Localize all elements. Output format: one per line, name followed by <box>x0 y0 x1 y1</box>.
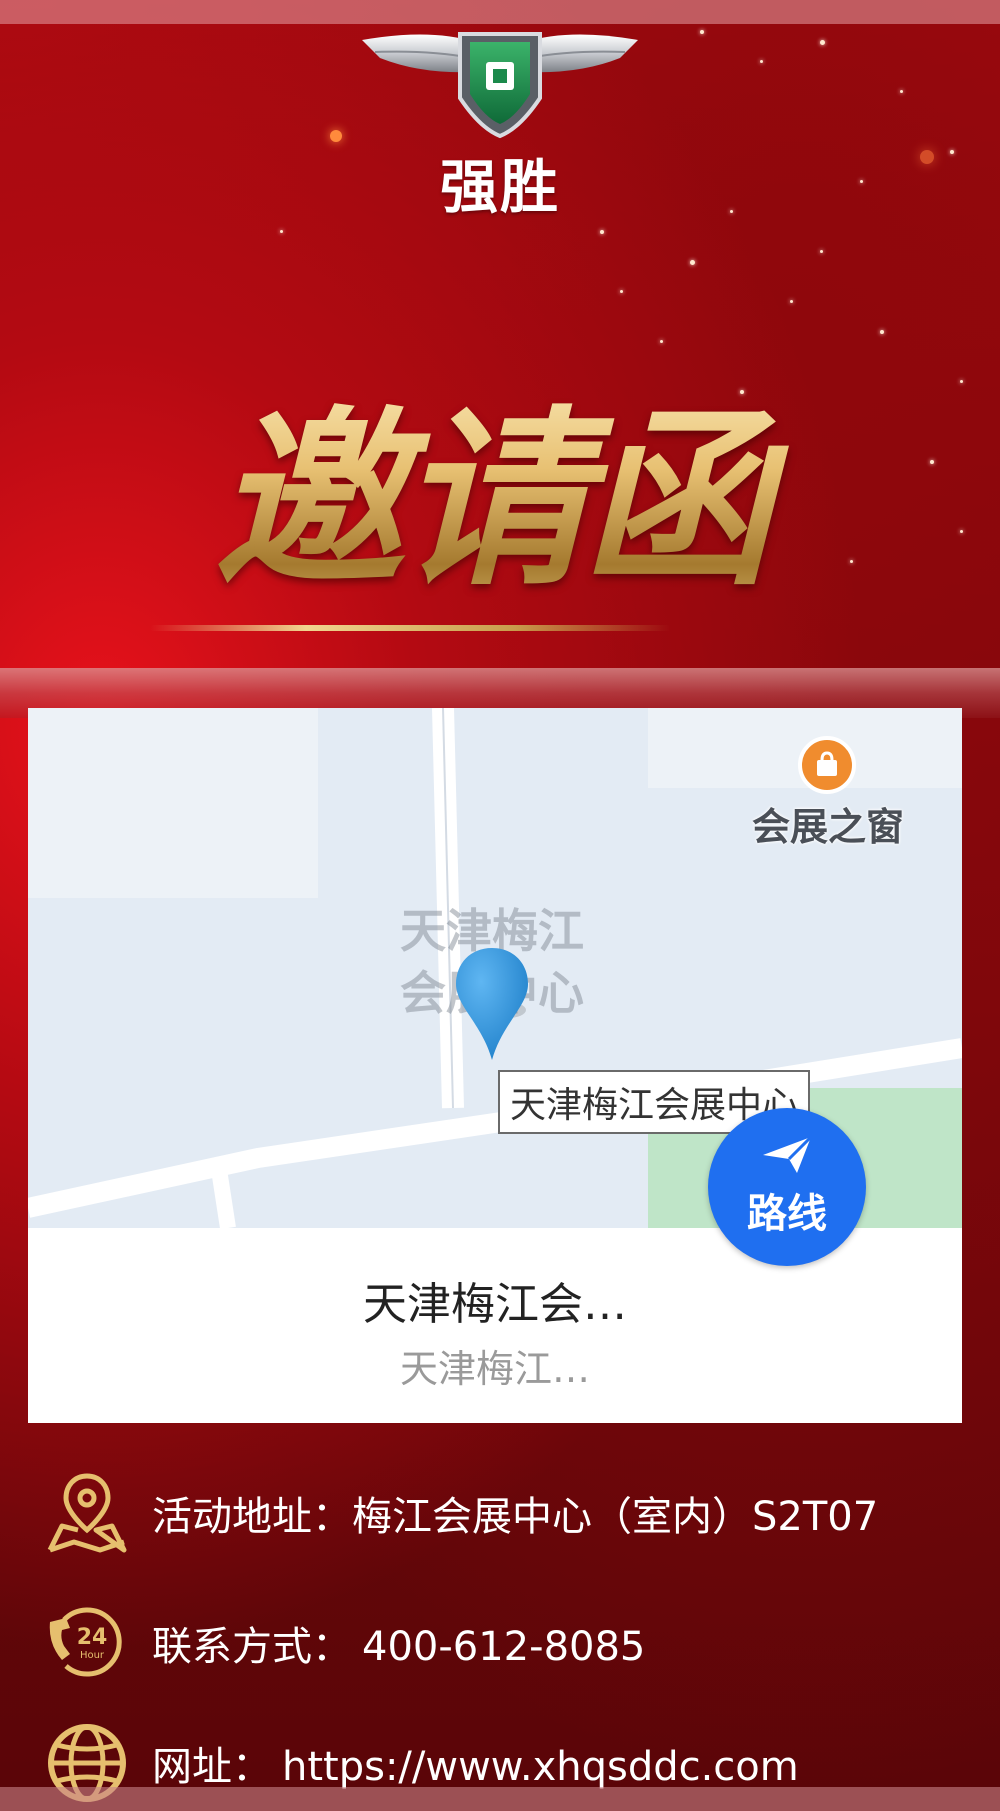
website-label: 网址： <box>152 1744 272 1790</box>
brand-name-text: 强胜 <box>439 153 560 221</box>
headline-title: 邀请函 <box>150 340 830 660</box>
website-text: 网址： https://www.xhqsddc.com <box>152 1734 799 1792</box>
address-text: 活动地址：梅江会展中心（室内）S2T07 <box>152 1484 878 1542</box>
website-link[interactable]: https://www.xhqsddc.com <box>282 1744 799 1790</box>
location-marker-icon[interactable] <box>452 944 532 1064</box>
navigation-arrow-icon <box>763 1135 813 1173</box>
headline-flourish <box>150 625 670 631</box>
brand-name: 强胜 <box>360 140 640 224</box>
contact-text: 联系方式： 400-612-8085 <box>152 1614 645 1672</box>
address-row: 活动地址：梅江会展中心（室内）S2T07 <box>44 1468 974 1558</box>
poi-label[interactable]: 会展之窗 <box>718 796 938 851</box>
address-label: 活动地址： <box>152 1494 352 1540</box>
contact-label: 联系方式： <box>152 1624 352 1670</box>
invitation-page: 强胜 邀请函 会展之窗 天津梅江 会 <box>0 0 1000 1811</box>
address-value: 梅江会展中心（室内）S2T07 <box>352 1494 879 1540</box>
route-button-label: 路线 <box>747 1191 827 1237</box>
location-pin-map-icon <box>47 1473 127 1553</box>
contact-row: 24 Hour 联系方式： 400-612-8085 <box>44 1598 974 1688</box>
contact-value[interactable]: 400-612-8085 <box>362 1624 645 1670</box>
place-title: 天津梅江会… <box>363 1279 627 1330</box>
place-subtitle: 天津梅江… <box>399 1347 590 1391</box>
bottom-band <box>0 1787 1000 1811</box>
top-band <box>0 0 1000 24</box>
svg-text:Hour: Hour <box>80 1650 105 1661</box>
map-card[interactable]: 会展之窗 天津梅江 会展中心 天津梅江会展中心 <box>28 708 962 1423</box>
shopping-bag-icon[interactable] <box>798 736 856 794</box>
route-button[interactable]: 路线 <box>708 1108 866 1266</box>
24-hour-phone-icon: 24 Hour <box>49 1607 122 1677</box>
svg-text:24: 24 <box>77 1625 108 1650</box>
